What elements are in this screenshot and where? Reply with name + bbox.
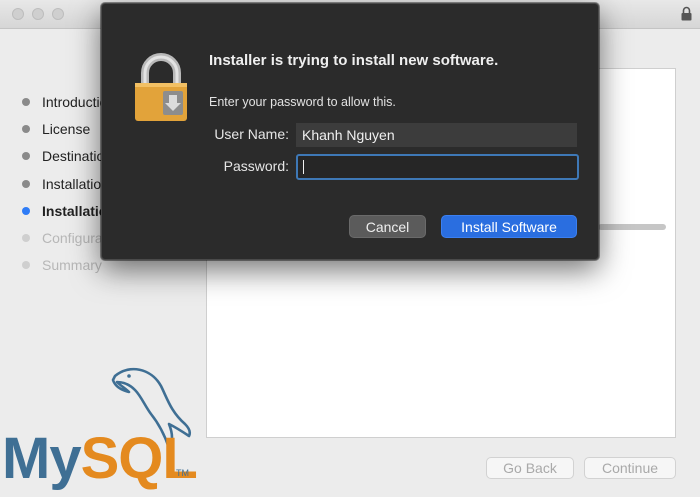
lock-icon	[135, 53, 187, 121]
mysql-logo: MySQL	[2, 424, 198, 494]
dialog-title: Installer is trying to install new softw…	[209, 52, 499, 69]
step-dot	[22, 98, 30, 106]
continue-button[interactable]: Continue	[584, 457, 676, 479]
step-dot	[22, 152, 30, 160]
step-label: License	[42, 121, 91, 137]
mysql-logo-my: My	[2, 426, 82, 491]
close-window-button[interactable]	[12, 8, 24, 20]
authentication-dialog: Installer is trying to install new softw…	[101, 3, 599, 260]
minimize-window-button[interactable]	[32, 8, 44, 20]
mysql-logo-sql: SQL	[80, 426, 198, 491]
zoom-window-button[interactable]	[52, 8, 64, 20]
text-caret	[303, 160, 304, 174]
step-dot	[22, 125, 30, 133]
lock-icon	[681, 6, 692, 21]
step-dot	[22, 261, 30, 269]
username-field[interactable]: Khanh Nguyen	[296, 123, 577, 147]
install-software-button[interactable]: Install Software	[441, 215, 577, 238]
mysql-trademark: TM	[176, 468, 189, 478]
step-dot	[22, 234, 30, 242]
install-progress-bar	[598, 224, 666, 230]
username-label: User Name:	[214, 126, 289, 142]
go-back-button[interactable]: Go Back	[486, 457, 574, 479]
step-summary: Summary	[22, 255, 102, 275]
password-label: Password:	[223, 158, 289, 174]
step-label: Summary	[42, 257, 102, 273]
dialog-subtitle: Enter your password to allow this.	[209, 95, 396, 109]
password-field[interactable]	[296, 154, 579, 180]
step-license: License	[22, 119, 90, 139]
cancel-button[interactable]: Cancel	[349, 215, 426, 238]
step-dot	[22, 180, 30, 188]
step-dot-current	[22, 207, 30, 215]
